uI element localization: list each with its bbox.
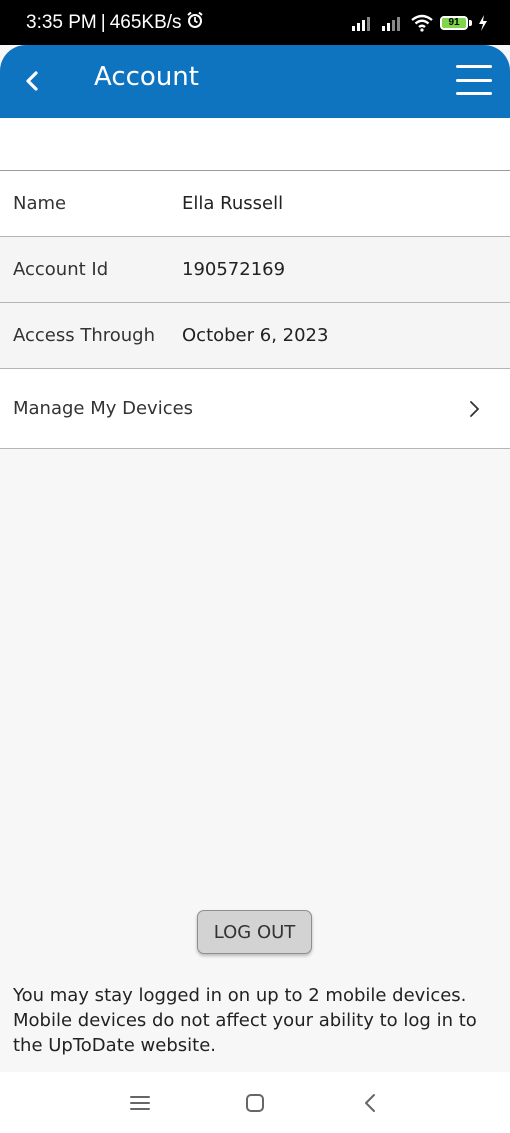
nav-menu-button[interactable] bbox=[127, 1090, 153, 1116]
alarm-icon bbox=[186, 11, 204, 35]
row-value: 190572169 bbox=[182, 259, 286, 280]
account-row-access: Access Through October 6, 2023 bbox=[0, 303, 510, 369]
row-label: Account Id bbox=[13, 259, 109, 280]
status-speed: 465KB/s bbox=[109, 11, 182, 33]
row-value: October 6, 2023 bbox=[182, 325, 329, 346]
menu-button[interactable] bbox=[456, 65, 492, 95]
status-right: 91 bbox=[350, 14, 488, 32]
app-header: Account bbox=[0, 45, 510, 118]
account-info-list: Name Ella Russell Account Id 190572169 A… bbox=[0, 171, 510, 449]
menu-icon-bar bbox=[456, 78, 492, 82]
manage-devices-label: Manage My Devices bbox=[13, 398, 194, 419]
device-limit-note: You may stay logged in on up to 2 mobile… bbox=[13, 985, 477, 1056]
header-spacer bbox=[0, 118, 510, 171]
charging-icon bbox=[478, 14, 488, 31]
row-value: Ella Russell bbox=[182, 193, 284, 214]
back-button[interactable] bbox=[16, 63, 48, 99]
menu-icon-bar bbox=[456, 65, 492, 68]
logout-button[interactable]: LOG OUT bbox=[197, 910, 312, 954]
nav-home-icon bbox=[246, 1094, 264, 1112]
menu-icon-bar bbox=[456, 92, 492, 95]
page-title: Account bbox=[94, 62, 199, 92]
wifi-icon bbox=[410, 14, 434, 32]
battery-icon: 91 bbox=[440, 15, 472, 30]
account-row-name: Name Ella Russell bbox=[0, 171, 510, 237]
nav-back-button[interactable] bbox=[357, 1090, 383, 1116]
status-bar: 3:35 PM | 465KB/s 91 bbox=[0, 0, 510, 45]
manage-devices-row[interactable]: Manage My Devices bbox=[0, 369, 510, 449]
status-left: 3:35 PM | 465KB/s bbox=[26, 11, 204, 35]
status-separator: | bbox=[100, 11, 106, 33]
row-label: Access Through bbox=[13, 325, 156, 346]
signal-icon bbox=[350, 14, 374, 32]
row-label: Name bbox=[13, 193, 67, 214]
nav-back-icon bbox=[365, 1094, 375, 1112]
battery-level: 91 bbox=[440, 15, 468, 30]
system-nav-bar bbox=[0, 1072, 510, 1133]
chevron-right-icon bbox=[468, 400, 480, 418]
account-row-id: Account Id 190572169 bbox=[0, 237, 510, 303]
back-icon bbox=[26, 71, 38, 91]
signal-icon bbox=[380, 14, 404, 32]
battery-tip bbox=[469, 19, 472, 26]
status-time: 3:35 PM bbox=[26, 11, 97, 33]
nav-home-button[interactable] bbox=[242, 1090, 268, 1116]
nav-menu-icon bbox=[130, 1096, 150, 1110]
